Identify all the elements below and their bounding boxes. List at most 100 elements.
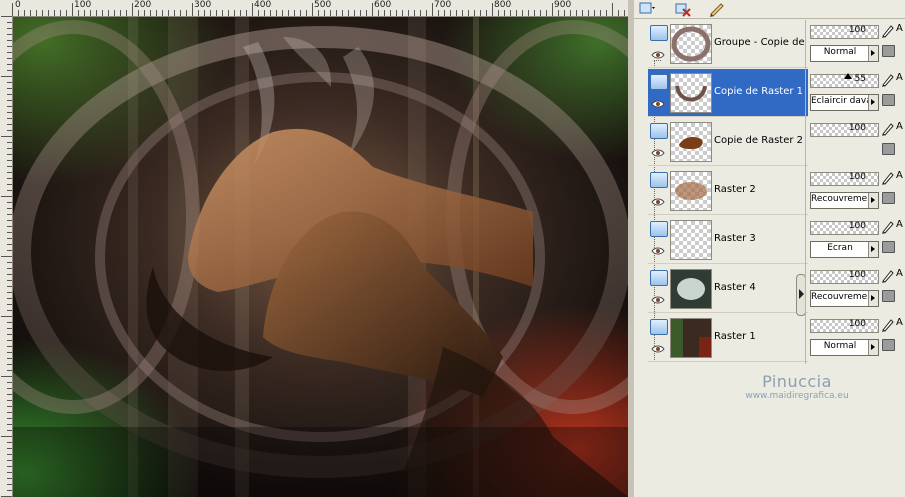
ruler-tick	[7, 202, 12, 203]
ruler-tick	[7, 382, 12, 383]
dropdown-arrow-icon	[868, 95, 878, 110]
ruler-tick	[198, 10, 199, 16]
ruler-tick	[618, 10, 619, 16]
ruler-tick	[7, 310, 12, 311]
image-canvas[interactable]	[13, 17, 628, 497]
ruler-tick	[7, 118, 12, 119]
ruler-tick	[282, 10, 283, 16]
ruler-tick	[594, 10, 595, 16]
blend-mode-select[interactable]: Recouvrement	[810, 192, 879, 209]
blend-mode-select[interactable]: Écran	[810, 241, 879, 258]
ruler-tick	[7, 214, 12, 215]
ruler-tick	[7, 154, 12, 155]
ruler-tick	[7, 232, 12, 233]
ruler-tick	[570, 10, 571, 16]
layer-thumbnail	[670, 171, 712, 211]
visibility-eye-icon[interactable]	[651, 343, 665, 353]
layer-name: Copie de Raster 2	[714, 135, 804, 146]
ruler-tick	[7, 208, 12, 209]
blend-mode-label: Éclaircir davantage	[811, 96, 869, 106]
layer-row[interactable]: Copie de Raster 2	[648, 118, 808, 166]
ruler-tick	[444, 10, 445, 16]
ruler-tick	[7, 22, 12, 23]
ruler-tick	[264, 10, 265, 16]
ruler-tick	[30, 10, 31, 16]
opacity-slider[interactable]: 100	[810, 221, 879, 235]
opacity-slider[interactable]: 55	[810, 73, 879, 88]
alpha-label: A	[896, 219, 903, 230]
opacity-slider[interactable]: 100	[810, 172, 879, 186]
ruler-tick	[294, 10, 295, 16]
ruler-label: 800	[494, 0, 512, 10]
delete-layer-icon[interactable]	[674, 1, 692, 17]
ruler-tick	[144, 10, 145, 16]
visibility-eye-icon[interactable]	[651, 49, 665, 59]
brush-icon[interactable]	[881, 318, 895, 332]
lock-icon[interactable]	[882, 143, 895, 155]
layer-row[interactable]: Raster 3	[648, 216, 808, 264]
ruler-tick	[534, 10, 535, 16]
visibility-eye-icon[interactable]	[651, 98, 665, 108]
brush-icon[interactable]	[881, 269, 895, 283]
opacity-slider[interactable]: 100	[810, 25, 879, 39]
brush-icon[interactable]	[881, 122, 895, 136]
layer-thumbnail	[670, 24, 712, 64]
ruler-tick	[7, 190, 12, 191]
lock-icon[interactable]	[882, 45, 895, 57]
opacity-slider[interactable]: 100	[810, 319, 879, 333]
new-layer-icon[interactable]	[638, 1, 656, 17]
ruler-tick	[7, 112, 12, 113]
dropdown-arrow-icon	[868, 46, 878, 61]
ruler-tick	[7, 58, 12, 59]
ruler-tick	[7, 352, 12, 353]
edit-layer-icon[interactable]	[708, 1, 726, 17]
ruler-tick	[7, 160, 12, 161]
blend-mode-select[interactable]: Normal	[810, 45, 879, 62]
layers-toolbar	[634, 0, 905, 19]
ruler-tick	[7, 304, 12, 305]
lock-icon[interactable]	[882, 192, 895, 204]
ruler-tick	[7, 490, 12, 491]
ruler-tick	[336, 10, 337, 16]
layer-row[interactable]: Groupe - Copie de R	[648, 20, 808, 68]
ruler-tick	[1, 256, 12, 257]
alpha-label: A	[896, 170, 903, 181]
ruler-tick	[564, 10, 565, 16]
layer-row[interactable]: Raster 2	[648, 167, 808, 215]
brush-icon[interactable]	[881, 220, 895, 234]
blend-mode-label: Recouvrement	[811, 194, 869, 204]
ruler-tick	[186, 10, 187, 16]
watermark: Pinuccia www.maidiregrafica.eu	[712, 372, 882, 401]
lock-icon[interactable]	[882, 290, 895, 302]
ruler-tick	[96, 10, 97, 16]
ruler-tick	[588, 10, 589, 16]
lock-icon[interactable]	[882, 339, 895, 351]
brush-icon[interactable]	[881, 171, 895, 185]
lock-icon[interactable]	[882, 94, 895, 106]
ruler-tick	[492, 3, 493, 16]
blend-mode-select[interactable]: Normal	[810, 339, 879, 356]
opacity-slider-thumb[interactable]	[844, 73, 852, 79]
layer-row[interactable]: Copie de Raster 1	[648, 69, 808, 117]
layer-type-icon	[650, 25, 668, 41]
brush-icon[interactable]	[881, 24, 895, 38]
opacity-slider[interactable]: 100	[810, 270, 879, 284]
ruler-tick	[222, 10, 223, 16]
blend-mode-select[interactable]: Recouvrement	[810, 290, 879, 307]
ruler-tick	[7, 298, 12, 299]
dropdown-arrow-icon	[868, 193, 878, 208]
ruler-tick	[78, 10, 79, 16]
visibility-eye-icon[interactable]	[651, 196, 665, 206]
blend-mode-select[interactable]: Éclaircir davantage	[810, 94, 879, 111]
visibility-eye-icon[interactable]	[651, 147, 665, 157]
ruler-tick	[7, 484, 12, 485]
ruler-tick	[7, 394, 12, 395]
ruler-tick	[126, 10, 127, 16]
brush-icon[interactable]	[881, 73, 895, 87]
layer-row[interactable]: Raster 4	[648, 265, 808, 313]
lock-icon[interactable]	[882, 241, 895, 253]
layer-row[interactable]: Raster 1	[648, 314, 808, 362]
visibility-eye-icon[interactable]	[651, 245, 665, 255]
opacity-slider[interactable]: 100	[810, 123, 879, 137]
visibility-eye-icon[interactable]	[651, 294, 665, 304]
